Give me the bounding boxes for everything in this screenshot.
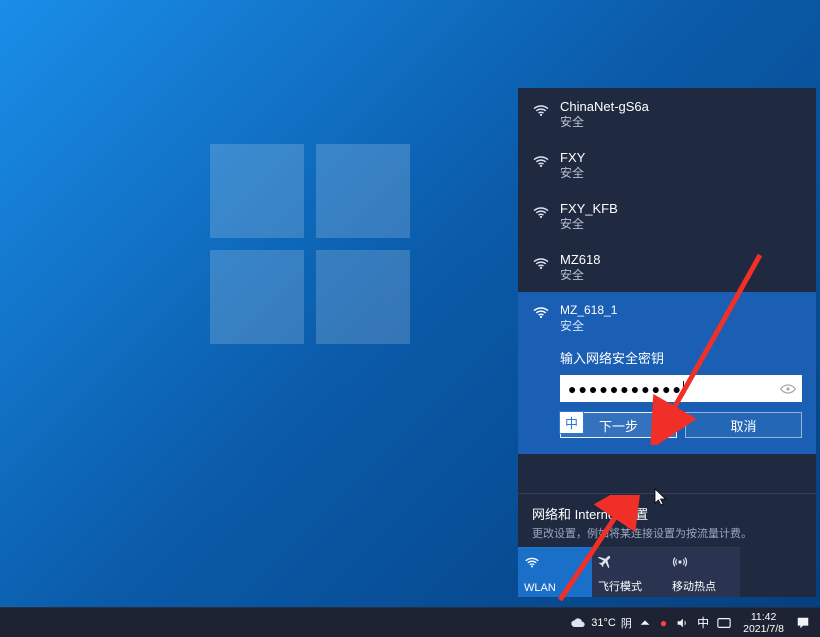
network-flyout: ChinaNet-gS6a 安全 FXY 安全 FXY_KFB 安全	[518, 88, 816, 597]
taskbar-clock[interactable]: 11:42 2021/7/8	[737, 609, 790, 637]
network-security: 安全	[560, 268, 600, 283]
wifi-icon	[532, 203, 550, 221]
network-list: ChinaNet-gS6a 安全 FXY 安全 FXY_KFB 安全	[518, 88, 816, 493]
volume-icon[interactable]	[675, 616, 689, 630]
cloud-icon	[570, 617, 586, 629]
ime-indicator[interactable]: 中	[559, 411, 584, 434]
weather-temp: 31°C	[591, 617, 616, 629]
ime-lang[interactable]: 中	[697, 614, 709, 631]
network-security: 安全	[560, 217, 618, 232]
text-caret	[683, 381, 684, 396]
action-center-icon[interactable]	[790, 616, 816, 630]
network-name: MZ_618_1	[560, 303, 617, 317]
clock-time: 11:42	[743, 611, 784, 623]
network-name: ChinaNet-gS6a	[560, 99, 649, 115]
cancel-button-label: 取消	[730, 416, 756, 435]
wifi-icon	[532, 101, 550, 119]
system-tray: ● 中	[638, 614, 737, 631]
next-button-label: 下一步	[599, 416, 638, 435]
tile-label: 飞行模式	[598, 578, 660, 594]
settings-subtitle: 更改设置，例如将某连接设置为按流量计费。	[532, 525, 802, 541]
cancel-button[interactable]: 取消	[685, 412, 802, 438]
airplane-icon	[598, 554, 660, 570]
network-name: FXY_KFB	[560, 201, 618, 217]
recording-icon[interactable]: ●	[660, 616, 667, 630]
hotspot-tile[interactable]: 移动热点	[666, 547, 740, 597]
weather-widget[interactable]: 31°C 阴	[570, 615, 632, 631]
network-item[interactable]: ChinaNet-gS6a 安全	[518, 88, 816, 139]
network-item[interactable]: FXY 安全	[518, 139, 816, 190]
network-security: 安全	[560, 115, 649, 130]
network-name: MZ618	[560, 252, 600, 268]
wifi-icon	[532, 303, 550, 321]
tile-label: WLAN	[524, 582, 586, 594]
network-item-selected: MZ_618_1 安全 输入网络安全密钥 ●●●●●●●●●●● 中 下一步 取…	[518, 292, 816, 454]
wifi-icon	[524, 554, 586, 570]
password-input[interactable]: ●●●●●●●●●●●	[560, 375, 802, 402]
reveal-password-icon[interactable]	[780, 383, 796, 395]
weather-text: 阴	[621, 615, 632, 631]
hotspot-icon	[672, 554, 734, 570]
network-item[interactable]: MZ618 安全	[518, 241, 816, 292]
password-value: ●●●●●●●●●●●	[568, 381, 683, 397]
wlan-tile[interactable]: WLAN	[518, 547, 592, 597]
clock-date: 2021/7/8	[743, 623, 784, 635]
airplane-mode-tile[interactable]: 飞行模式	[592, 547, 666, 597]
network-security: 安全	[560, 166, 585, 181]
quick-action-tiles: WLAN 飞行模式 移动热点	[518, 547, 816, 597]
network-security: 安全	[560, 317, 617, 334]
tile-label: 移动热点	[672, 578, 734, 594]
wifi-icon	[532, 152, 550, 170]
ime-input-icon[interactable]	[717, 616, 731, 630]
network-name: FXY	[560, 150, 585, 166]
chevron-up-icon[interactable]	[638, 616, 652, 630]
password-prompt: 输入网络安全密钥	[560, 348, 802, 367]
cursor-icon	[654, 488, 670, 508]
windows-logo	[210, 144, 410, 344]
taskbar: 31°C 阴 ● 中 11:42 2021/7/8	[0, 607, 820, 637]
wifi-icon	[532, 254, 550, 272]
network-item[interactable]: FXY_KFB 安全	[518, 190, 816, 241]
